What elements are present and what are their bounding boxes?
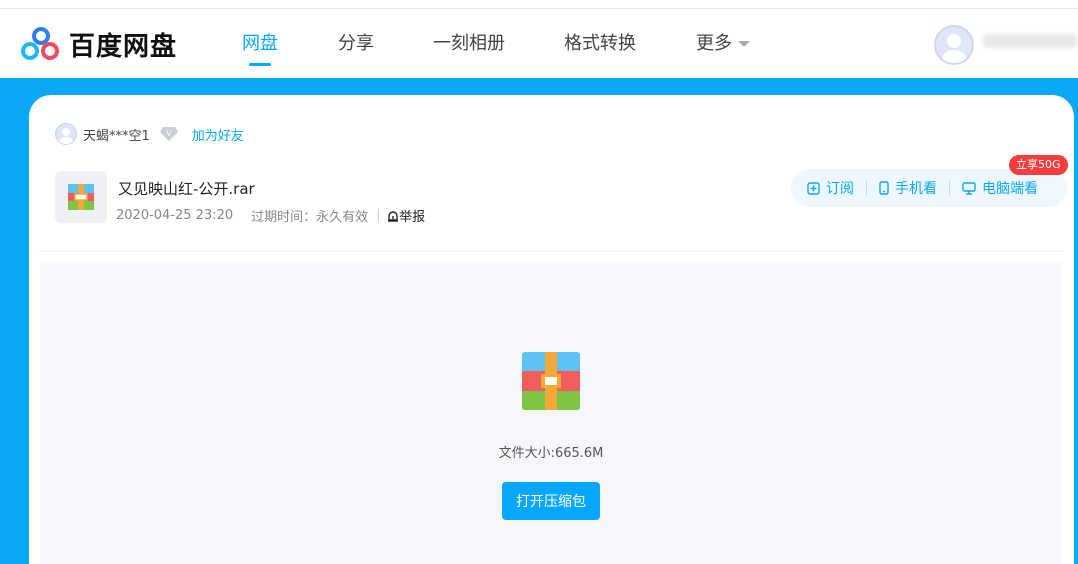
file-meta: 2020-04-25 23:20 过期时间：永久有效 举报 [116,206,425,225]
user-avatar[interactable] [934,25,974,65]
nav-album[interactable]: 一刻相册 [433,29,505,55]
promo-badge[interactable]: 立享50G [1009,155,1068,175]
expire-time: 过期时间：永久有效 [251,210,369,225]
subscribe-label: 订阅 [826,181,854,197]
sharer-name[interactable]: 天蝎***空1 [83,125,150,144]
sharer-avatar[interactable] [55,123,77,145]
archive-file-icon [68,184,94,210]
file-name: 又见映山红-公开.rar [118,180,255,198]
nav-more[interactable]: 更多 [696,29,750,55]
desktop-view-label: 电脑端看 [982,181,1038,197]
header: 百度网盘 网盘 分享 一刻相册 格式转换 更多 [0,9,1078,78]
username-blurred[interactable] [982,34,1078,48]
share-date: 2020-04-25 23:20 [116,208,234,223]
report-link[interactable]: 举报 [387,206,425,225]
user-avatar-icon [942,34,966,63]
nav-format-convert[interactable]: 格式转换 [564,29,636,55]
baidu-netdisk-logo-icon[interactable] [18,26,64,62]
user-icon [59,128,73,144]
action-divider [949,181,950,195]
sharer-info: 天蝎***空1 V 加为好友 [55,123,244,145]
share-card: 天蝎***空1 V 加为好友 又见映山红-公开.rar 2020-04-25 2… [29,95,1074,564]
section-divider [39,251,1064,252]
nav-netdisk[interactable]: 网盘 [242,29,278,55]
archive-large-icon [522,352,580,410]
nav-active-indicator [249,63,271,66]
file-size: 文件大小:665.6M [498,446,604,461]
action-divider [866,181,867,195]
brand-name[interactable]: 百度网盘 [69,26,177,63]
monitor-icon [962,181,976,195]
top-strip [0,0,1078,9]
file-preview-panel: 文件大小:665.6M 打开压缩包 [40,263,1062,564]
mobile-view-label: 手机看 [895,181,937,197]
mobile-view-button[interactable]: 手机看 [879,178,937,198]
open-archive-button[interactable]: 打开压缩包 [502,482,600,520]
file-icon-box [55,171,107,223]
subscribe-icon [807,181,820,195]
chevron-down-icon [738,41,750,47]
report-label: 举报 [399,210,426,225]
phone-icon [879,181,889,195]
vip-diamond-icon: V [159,127,178,141]
alarm-icon [388,210,399,222]
subscribe-button[interactable]: 订阅 [807,178,854,198]
meta-divider [378,209,380,222]
nav-more-label: 更多 [696,33,732,54]
nav-share[interactable]: 分享 [338,29,374,55]
desktop-view-button[interactable]: 电脑端看 [962,178,1038,198]
svg-text:V: V [166,129,172,138]
add-friend-link[interactable]: 加为好友 [192,125,244,144]
